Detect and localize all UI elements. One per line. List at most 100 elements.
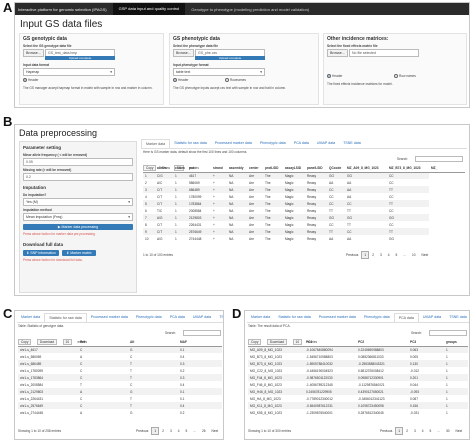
page-30[interactable]: 30 [443, 427, 453, 435]
marker-matrix-download-button[interactable]: ⬇ Marker matrix [62, 250, 96, 256]
tab-tsne-data[interactable]: TSNE data [445, 313, 469, 322]
page-5[interactable]: 5 [427, 427, 435, 435]
table-row[interactable]: 2 A/C 1 586069 + NA Are The Magic Reasy AA AA CC [143, 179, 465, 186]
column-header[interactable] [248, 339, 304, 347]
page-2[interactable]: 2 [369, 251, 377, 259]
table-row[interactable]: MG_K11_8_MG_1023 -0.6540987612231 0.109872… [248, 402, 468, 409]
table-row[interactable]: MG_A09_8_MG_1023 -0.1067840880094 0.224569… [248, 346, 468, 353]
tab-phenotypic-data[interactable]: Phenotypic data [256, 139, 290, 148]
tab-processed-marker-data[interactable]: Processed marker data [211, 139, 256, 148]
tab-marker-data[interactable]: Marker data [141, 139, 171, 148]
genotype-format-select[interactable]: Hapmap ▾ [23, 68, 115, 76]
do-imputation-select[interactable]: Yes (M) ▾ [23, 198, 133, 206]
marker-processing-button[interactable]: ▶ Marker data processing [23, 224, 133, 230]
fixed-effects-file-field[interactable]: No file selected [349, 49, 419, 57]
column-header[interactable]: Ref [78, 339, 128, 347]
column-header[interactable]: MZ_A09_8_MG_1023 [345, 165, 387, 173]
tab-statistic-for-raw-data[interactable]: Statistic for raw data [274, 313, 315, 322]
column-header[interactable]: chrom [173, 165, 187, 173]
column-header[interactable]: MZ_B73_8_MG_1023 [387, 165, 429, 173]
tab-processed-marker-data[interactable]: Processed marker data [315, 313, 360, 322]
tab-pca-data[interactable]: PCA data [290, 139, 313, 148]
table-row[interactable]: MG_H46_8_MG_1023 0.2456781229905 0.4390127… [248, 388, 468, 395]
table-row[interactable]: 8 C/T 1 2264431 + NA Are The Magic Reasy CC TT CC [143, 221, 465, 228]
page-previous[interactable]: Previous [133, 427, 151, 435]
page-1[interactable]: 1 [151, 427, 160, 435]
page-10[interactable]: 10 [409, 251, 419, 259]
genotype-header-option[interactable]: Header [23, 78, 38, 83]
tab-phenotypic-data[interactable]: Phenotypic data [132, 313, 166, 322]
column-header[interactable]: groups [444, 339, 468, 347]
page-next[interactable]: Next [453, 427, 466, 435]
table-row[interactable]: chr1-s_2264431 C T 0.1 [18, 395, 222, 402]
page-4[interactable]: 4 [175, 427, 183, 435]
snp-info-download-button[interactable]: ⬇ SNP information [23, 250, 59, 256]
table-row[interactable]: 6 T/C 1 2008584 + NA Are The Magic Reasy TT TT CC [143, 207, 465, 214]
column-header[interactable]: panelLSID [305, 165, 327, 173]
column-header[interactable] [143, 165, 155, 173]
imputation-method-select[interactable]: Mean imputation (Freq) ▾ [23, 213, 133, 221]
column-header[interactable]: protLSID [263, 165, 283, 173]
table-row[interactable]: MG_C22_8_MG_1023 -0.4456190004523 0.581237… [248, 367, 468, 374]
page-2[interactable]: 2 [159, 427, 167, 435]
table-row[interactable]: chr1-s_2576649 C T 0.4 [18, 402, 222, 409]
phenotype-browse-button[interactable]: Browse... [173, 49, 194, 57]
search-input[interactable] [415, 156, 463, 162]
table-row[interactable]: 5 C/T 1 1783864 + NA Are The Magic Reasy CC CC TT [143, 200, 465, 207]
column-header[interactable] [18, 339, 78, 347]
genotype-browse-button[interactable]: Browse... [23, 49, 44, 57]
table-row[interactable]: MG_HA_8_MG_1023 -0.7789012340012 -0.345601… [248, 395, 468, 402]
table-row[interactable]: 4 C/T 1 1780099 + NA Are The Magic Reasy CC AA CC [143, 193, 465, 200]
tab-data-input[interactable]: GSP data input and quality control [112, 3, 186, 15]
tab-phenotypic-data[interactable]: Phenotypic data [360, 313, 394, 322]
table-row[interactable]: chr1-s_2129803 A G 0.1 [18, 388, 222, 395]
tab-statistic-for-raw-data[interactable]: Statistic for raw data [170, 139, 211, 148]
table-row[interactable]: 9 C/T 1 2576649 + NA Are The Magic Reasy TT CC TT [143, 228, 465, 235]
table-row[interactable]: 1 C/G 1 4617 + NA Are The Magic Reasy GG GG CC [143, 172, 465, 179]
tab-marker-data[interactable]: Marker data [17, 313, 44, 322]
table-row[interactable]: chr1-s_4617 C G 0.1 [18, 346, 222, 353]
page-next[interactable]: Next [419, 251, 432, 259]
tab-marker-data[interactable]: Marker data [247, 313, 274, 322]
fixed-effects-browse-button[interactable]: Browse... [327, 49, 348, 57]
phenotype-header-option[interactable]: Header [173, 78, 188, 83]
search-input[interactable] [183, 330, 221, 336]
column-header[interactable]: assembly [227, 165, 247, 173]
table-row[interactable]: MG_K55_8_MG_1023 -1.2309876540001 0.287651… [248, 409, 468, 416]
column-header[interactable]: PC3 [408, 339, 444, 347]
page-5[interactable]: 5 [183, 427, 191, 435]
maf-input[interactable]: 0.05 [23, 158, 133, 166]
missing-rate-input[interactable]: 0.2 [23, 173, 133, 181]
table-row[interactable]: chr1-s_1783864 C T 0.3 [18, 374, 222, 381]
column-header[interactable]: center [247, 165, 263, 173]
tab-umap-data[interactable]: UMAP data [419, 313, 445, 322]
page-3[interactable]: 3 [377, 251, 385, 259]
tab-statistic-for-raw-data[interactable]: Statistic for raw data [44, 313, 87, 322]
table-row[interactable]: MG_B73_8_MG_1023 -1.5456710988803 0.088236… [248, 353, 468, 360]
table-row[interactable]: MG_B73_6_MG_1023 -1.8905788410032 -0.25535… [248, 360, 468, 367]
tab-tsne-data[interactable]: TSNE data [215, 313, 223, 322]
tab-umap-data[interactable]: UMAP data [313, 139, 339, 148]
tab-pca-data[interactable]: PCA data [393, 313, 419, 322]
page-4[interactable]: 4 [385, 251, 393, 259]
column-header[interactable]: pos [187, 165, 211, 173]
column-header[interactable]: MAF [178, 339, 222, 347]
page-4[interactable]: 4 [419, 427, 427, 435]
column-header[interactable]: MZ_ [429, 165, 465, 173]
page-2[interactable]: 2 [403, 427, 411, 435]
table-row[interactable]: chr1-s_686489 C T 0.3 [18, 360, 222, 367]
tab-processed-marker-data[interactable]: Processed marker data [87, 313, 132, 322]
table-row[interactable]: 7 A/G 1 2129803 + NA Are The Magic Reasy GG GG GG [143, 214, 465, 221]
tab-umap-data[interactable]: UMAP data [189, 313, 215, 322]
app-brand[interactable]: Interactive platform for genomic selecti… [15, 7, 113, 12]
column-header[interactable]: Alt [128, 339, 178, 347]
table-row[interactable]: chr1-s_586069 A C 0.4 [18, 353, 222, 360]
tab-genotype-to-phenotype[interactable]: Genotype to phenotype (modeling predicti… [185, 7, 315, 12]
page-previous[interactable]: Previous [377, 427, 395, 435]
fixed-header-option[interactable]: Header [327, 74, 342, 79]
phenotype-rownames-option[interactable]: Rownames [225, 78, 246, 83]
column-header[interactable]: PC2 [356, 339, 408, 347]
page-1[interactable]: 1 [361, 251, 370, 259]
table-row[interactable]: chr1-s_2744448 A G 0.2 [18, 409, 222, 416]
page-26[interactable]: 26 [199, 427, 209, 435]
